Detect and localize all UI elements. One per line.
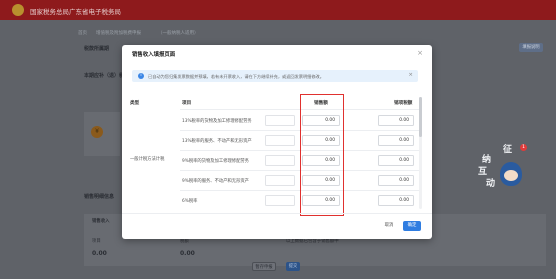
row-aux-field[interactable] [265, 175, 295, 186]
mascot-face-icon [500, 162, 522, 186]
mascot-char-zheng: 征 [503, 145, 513, 155]
row-item-label: 9%税率的服务、不动产和无形资产 [182, 179, 249, 184]
current-tax-label: 本期应补（退）税 [84, 73, 125, 79]
mascot-char-dong: 动 [486, 179, 496, 189]
notice-close-icon[interactable]: × [408, 72, 413, 78]
info-icon: i [138, 73, 144, 79]
notice-bar: i 已自动为您归集发票数据并预填，若有未开票收入，请在下方继续补充，或返回发票明… [132, 70, 418, 82]
column-item: 项目 [92, 239, 101, 244]
output-tax-input[interactable]: 0.00 [378, 115, 414, 126]
output-tax-input[interactable]: 0.00 [378, 195, 414, 206]
header-tax: 销项税额 [394, 101, 413, 106]
notice-text: 已自动为您归集发票数据并预填，若有未开票收入，请在下方继续补充，或返回发票明细修… [148, 73, 324, 79]
category-general: 一般计税方法计税 [130, 157, 165, 162]
scrollbar-thumb[interactable] [419, 97, 422, 137]
row-item-label: 6%税率 [182, 199, 198, 204]
breadcrumb-scope: （一般纳税人适用） [158, 31, 199, 36]
assistant-mascot[interactable]: 征 纳 互 动 1 [478, 140, 528, 192]
sales-detail-label: 销售明细信息 [84, 194, 115, 200]
tax-emblem-icon [12, 4, 24, 16]
row-aux-field[interactable] [265, 155, 295, 166]
output-tax-input[interactable]: 0.00 [378, 135, 414, 146]
tax-period-label: 税款所属期 [84, 46, 110, 52]
footer-divider [122, 213, 432, 214]
bg-value-2: 0.00 [180, 250, 195, 257]
notification-badge: 1 [520, 144, 527, 151]
site-title: 国家税务总局广东省电子税务局 [30, 8, 121, 16]
cancel-button[interactable]: 取消 [380, 221, 398, 231]
row-aux-field[interactable] [265, 195, 295, 206]
row-aux-field[interactable] [265, 115, 295, 126]
modal-title: 销售收入填报页面 [132, 52, 176, 58]
sales-income-label: 销售收入 [92, 219, 110, 224]
highlight-box [300, 94, 344, 216]
money-icon: ¥ [91, 126, 103, 138]
bg-value-1: 0.00 [92, 250, 107, 257]
output-tax-input[interactable]: 0.00 [378, 155, 414, 166]
row-item-label: 13%税率的货物及加工修理修配劳务 [182, 119, 252, 124]
output-tax-input[interactable]: 0.00 [378, 175, 414, 186]
close-icon[interactable]: × [415, 48, 425, 58]
header-category: 类型 [130, 101, 140, 106]
breadcrumb-home[interactable]: 首页 [78, 30, 87, 36]
header-item: 项目 [182, 101, 192, 106]
confirm-button[interactable]: 确定 [403, 221, 421, 231]
submit-button[interactable]: 提交 [286, 262, 300, 271]
row-item-label: 13%税率的服务、不动产和无形资产 [182, 139, 252, 144]
top-bar: 国家税务总局广东省电子税务局 [0, 0, 556, 20]
row-item-label: 9%税率的货物及加工修理修配劳务 [182, 159, 249, 164]
row-aux-field[interactable] [265, 135, 295, 146]
fill-guide-button[interactable]: 填报说明 [519, 43, 543, 52]
save-draft-button[interactable]: 暂存申报 [252, 262, 276, 271]
sales-income-modal: 销售收入填报页面 × i 已自动为您归集发票数据并预填，若有未开票收入，请在下方… [122, 45, 432, 239]
breadcrumb-declaration[interactable]: 增值税及附加税费申报 [96, 30, 141, 36]
